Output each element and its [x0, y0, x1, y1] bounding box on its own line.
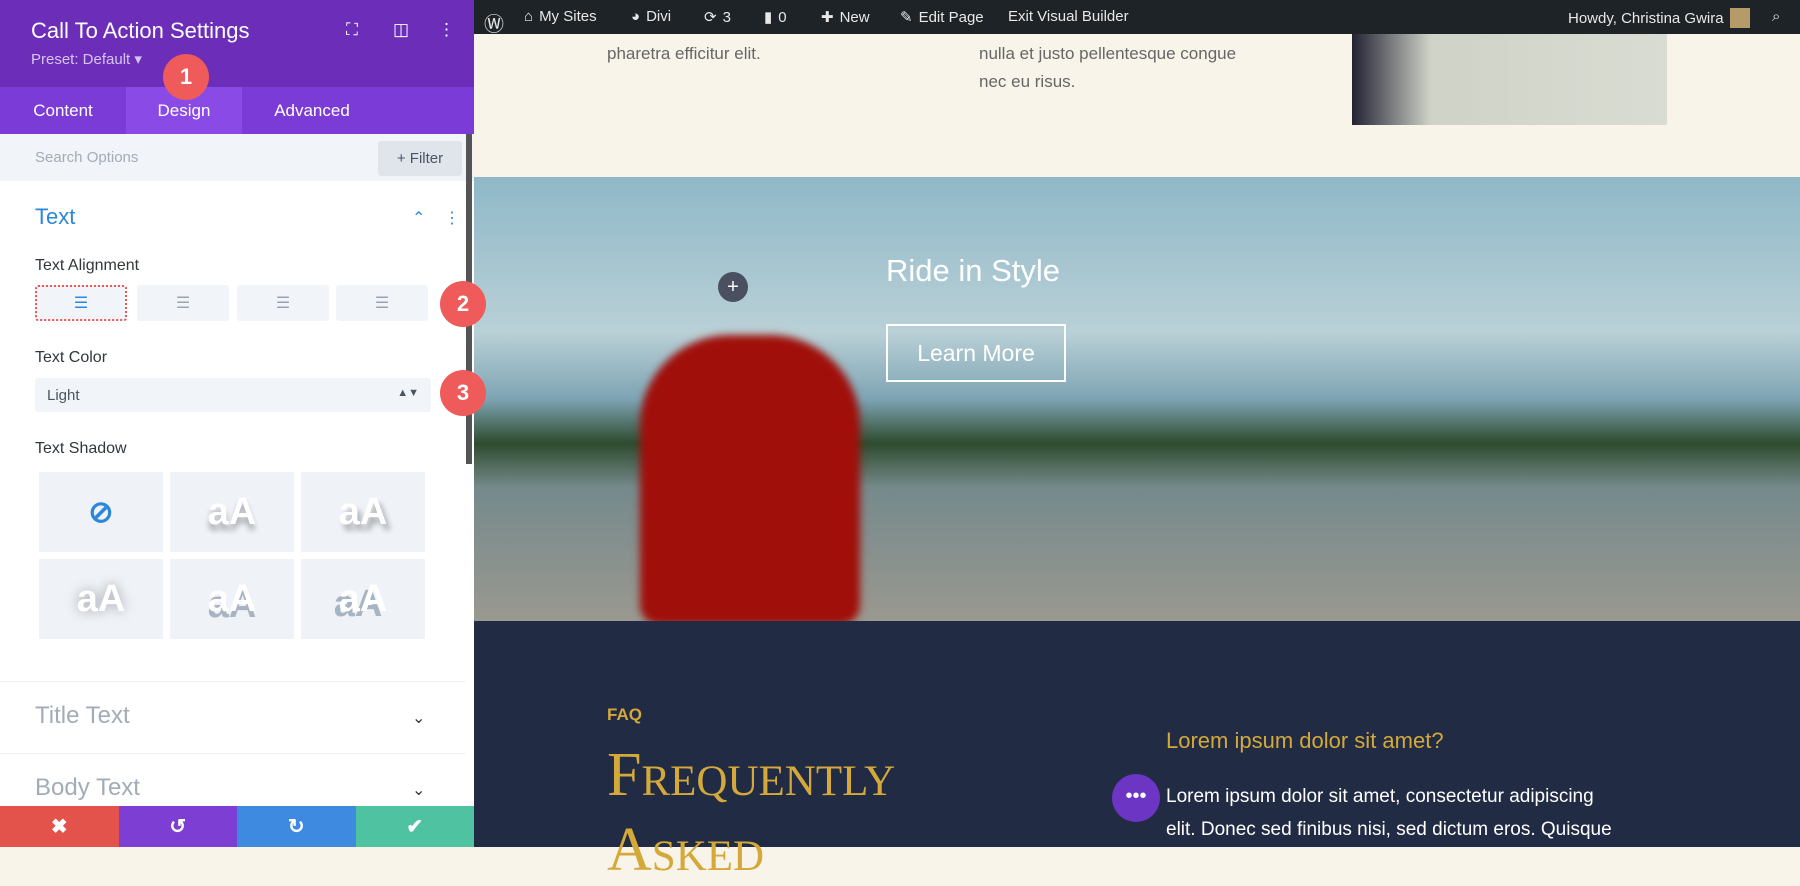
chevron-down-icon[interactable]: ⌄ [412, 780, 425, 800]
plus-icon: + [727, 276, 739, 298]
panel-title: Call To Action Settings [31, 18, 250, 43]
settings-panel: Call To Action Settings Preset: Default … [0, 0, 474, 847]
dashboard-icon: ◕ [631, 8, 641, 25]
cta-title: Ride in Style [886, 253, 1061, 288]
faq-question[interactable]: Lorem ipsum dolor sit amet? [1166, 728, 1444, 754]
shadow-none-option[interactable]: ⊘ [39, 472, 163, 552]
tab-content[interactable]: Content [0, 87, 126, 134]
exit-builder-link[interactable]: Exit Visual Builder [1008, 8, 1129, 25]
focus-icon[interactable]: ⛶ [346, 20, 358, 40]
hero-person-image [640, 335, 860, 625]
align-justify-icon: ☰ [374, 295, 390, 312]
redo-button[interactable]: ↻ [237, 806, 356, 847]
comment-icon: ▮ [764, 9, 773, 26]
align-justify-button[interactable]: ☰ [336, 285, 428, 321]
align-center-icon: ☰ [175, 295, 191, 312]
column-text-2: nulla et justo pellentesque congue [979, 44, 1237, 63]
text-color-value: Light [47, 387, 80, 404]
my-sites-link[interactable]: ⌂ My Sites [524, 8, 597, 25]
step-badge-2: 2 [440, 281, 486, 327]
new-link[interactable]: ✚ New [821, 8, 870, 27]
dots-icon: ••• [1125, 785, 1147, 807]
text-color-select[interactable]: Light ▲▼ [35, 378, 431, 412]
shadow-option-3[interactable]: aA [39, 559, 163, 639]
undo-button[interactable]: ↺ [118, 806, 237, 847]
updates-link[interactable]: ⟳ 3 [704, 8, 731, 27]
tab-advanced[interactable]: Advanced [242, 87, 382, 134]
tabs: Content Design Advanced [0, 87, 474, 134]
howdy-label: Howdy, Christina Gwira [1568, 9, 1724, 27]
close-icon: ✖ [50, 816, 68, 838]
search-input[interactable]: Search Options [35, 149, 138, 166]
faq-answer-line-1: Lorem ipsum dolor sit amet, consectetur … [1166, 786, 1594, 807]
redo-icon: ↻ [287, 816, 305, 838]
step-badge-1: 1 [163, 54, 209, 100]
divi-label: Divi [646, 8, 672, 25]
shadow-option-4[interactable]: aA [170, 559, 294, 639]
check-icon: ✔ [406, 816, 424, 838]
wordpress-icon[interactable]: Ⓦ [484, 8, 504, 37]
select-arrows-icon: ▲▼ [397, 387, 419, 399]
no-icon: ⊘ [88, 495, 114, 529]
sites-icon: ⌂ [524, 8, 534, 25]
shadow-option-1[interactable]: aA [170, 472, 294, 552]
content-image [1352, 34, 1667, 125]
align-right-icon: ☰ [275, 295, 291, 312]
add-module-button[interactable]: + [718, 272, 748, 302]
text-shadow-label: Text Shadow [35, 440, 127, 457]
faq-heading: Frequently [607, 741, 896, 809]
pencil-icon: ✎ [900, 9, 913, 26]
section-title-text-toggle[interactable]: Title Text [35, 702, 130, 730]
search-icon[interactable]: ⌕ [1772, 8, 1780, 25]
edit-page-label: Edit Page [918, 8, 984, 26]
save-button[interactable]: ✔ [355, 806, 474, 847]
chevron-up-icon[interactable]: ⌃ [412, 208, 425, 228]
shadow-option-5[interactable]: aA [301, 559, 425, 639]
section-more-icon[interactable]: ⋮ [444, 208, 460, 228]
align-left-icon: ☰ [73, 295, 89, 312]
column-text-2b: nec eu risus. [979, 72, 1076, 91]
section-body-text-toggle[interactable]: Body Text [35, 774, 140, 802]
preset-dropdown[interactable]: Preset: Default ▾ [31, 50, 142, 68]
account-menu[interactable]: Howdy, Christina Gwira [1568, 8, 1750, 28]
layout-icon[interactable]: ◫ [393, 20, 409, 40]
step-badge-3: 3 [440, 370, 486, 416]
my-sites-label: My Sites [539, 8, 597, 25]
learn-more-button[interactable]: Learn More [886, 324, 1066, 382]
align-center-button[interactable]: ☰ [137, 285, 229, 321]
updates-icon: ⟳ [704, 9, 717, 26]
divider [0, 681, 466, 682]
panel-header: Call To Action Settings Preset: Default … [0, 0, 474, 87]
divi-link[interactable]: ◕ Divi [631, 8, 671, 25]
faq-heading-2: Asked [607, 816, 765, 884]
new-label: New [839, 8, 870, 26]
faq-answer-line-2: elit. Donec sed finibus nisi, sed dictum… [1166, 819, 1612, 840]
admin-bar: Ⓦ ⌂ My Sites ◕ Divi ⟳ 3 ▮ 0 ✚ New ✎ Edit Page … [474, 0, 1800, 37]
comments-link[interactable]: ▮ 0 [764, 8, 787, 27]
plus-icon: ✚ [821, 9, 834, 26]
align-right-button[interactable]: ☰ [237, 285, 329, 321]
filter-button[interactable]: + Filter [378, 141, 462, 176]
align-left-button[interactable]: ☰ [35, 285, 127, 321]
module-options-button[interactable]: ••• [1112, 774, 1160, 822]
text-color-label: Text Color [35, 349, 108, 366]
divider [0, 753, 466, 754]
chevron-down-icon[interactable]: ⌄ [412, 708, 425, 728]
more-icon[interactable]: ⋮ [438, 20, 455, 40]
updates-count: 3 [722, 8, 731, 26]
section-title-text[interactable]: Text [35, 204, 75, 230]
edit-page-link[interactable]: ✎ Edit Page [900, 8, 984, 27]
comments-count: 0 [778, 8, 787, 26]
faq-label: FAQ [607, 705, 642, 724]
undo-icon: ↺ [169, 816, 187, 838]
discard-button[interactable]: ✖ [0, 806, 119, 847]
avatar [1729, 8, 1750, 28]
column-text-1: pharetra efficitur elit. [607, 44, 761, 63]
shadow-option-2[interactable]: aA [301, 472, 425, 552]
text-alignment-label: Text Alignment [35, 257, 140, 274]
